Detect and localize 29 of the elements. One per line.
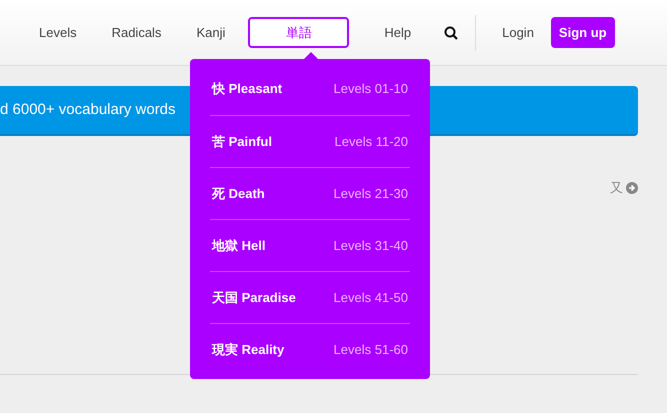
level-range: Levels 41-50 (334, 288, 408, 307)
level-range: Levels 21-30 (334, 184, 408, 203)
word-group-name: 天国 Paradise (212, 288, 296, 307)
search-icon[interactable] (444, 26, 458, 40)
word-group-name: 快 Pleasant (212, 80, 282, 98)
dropdown-item[interactable]: 苦 Painful Levels 11-20 (210, 115, 410, 167)
banner-text: d 6000+ vocabulary words (0, 100, 177, 120)
nav-tab[interactable]: Radicals (112, 17, 162, 48)
word-group-name: 地獄 Hell (212, 236, 266, 255)
word-group-name: 死 Death (212, 184, 265, 203)
nav-tab[interactable]: Levels (39, 17, 77, 48)
dropdown-item[interactable]: 地獄 Hell Levels 31-40 (210, 219, 410, 271)
dropdown-item[interactable]: 天国 Paradise Levels 41-50 (210, 271, 410, 323)
word-group-name: 苦 Painful (212, 132, 272, 151)
nav-tab[interactable]: Kanji (196, 17, 226, 48)
dropdown-item[interactable]: 快 Pleasant Levels 01-10 (210, 63, 410, 115)
nav-tab[interactable]: Help (384, 17, 412, 48)
level-range: Levels 51-60 (334, 340, 408, 359)
level-range: Levels 11-20 (334, 132, 408, 151)
level-range: Levels 31-40 (334, 236, 408, 255)
dropdown-item[interactable]: 現実 Reality Levels 51-60 (210, 323, 410, 375)
arrow-circle-icon[interactable] (626, 182, 638, 194)
next-link-label[interactable]: 又 (610, 178, 623, 198)
level-range: Levels 01-10 (334, 80, 408, 98)
dropdown-item[interactable]: 死 Death Levels 21-30 (210, 167, 410, 219)
nav-tab[interactable]: 単語 (248, 17, 350, 48)
signup-button[interactable]: Sign up (550, 17, 615, 48)
login-link[interactable]: Login (502, 22, 534, 42)
word-group-name: 現実 Reality (212, 340, 284, 359)
